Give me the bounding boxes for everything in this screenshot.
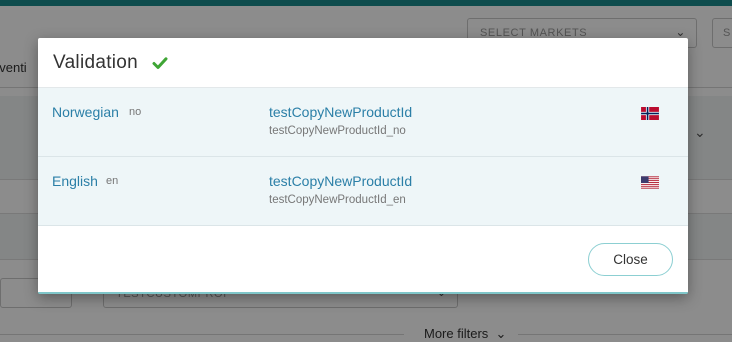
check-icon	[152, 56, 168, 69]
validation-list: Norwegian no testCopyNewProductId testCo…	[38, 88, 688, 226]
language-code: en	[106, 175, 119, 187]
close-button[interactable]: Close	[588, 243, 673, 276]
product-id-link[interactable]: testCopyNewProductId	[269, 104, 412, 120]
language-code: no	[129, 106, 142, 118]
modal-title: Validation	[53, 51, 139, 73]
localized-product-id: testCopyNewProductId_en	[269, 194, 406, 206]
norway-flag-icon	[641, 107, 659, 120]
product-id-link[interactable]: testCopyNewProductId	[269, 173, 412, 189]
validation-modal: Validation Norwegian no testCopyNewProdu…	[38, 38, 688, 294]
us-flag-icon	[641, 176, 659, 189]
modal-footer: Close	[38, 227, 688, 292]
language-name[interactable]: Norwegian	[52, 104, 119, 120]
language-name[interactable]: English	[52, 173, 98, 189]
localized-product-id: testCopyNewProductId_no	[269, 125, 406, 137]
validation-row-english: English en testCopyNewProductId testCopy…	[38, 157, 688, 226]
modal-header: Validation	[38, 38, 688, 88]
validation-row-norwegian: Norwegian no testCopyNewProductId testCo…	[38, 88, 688, 157]
